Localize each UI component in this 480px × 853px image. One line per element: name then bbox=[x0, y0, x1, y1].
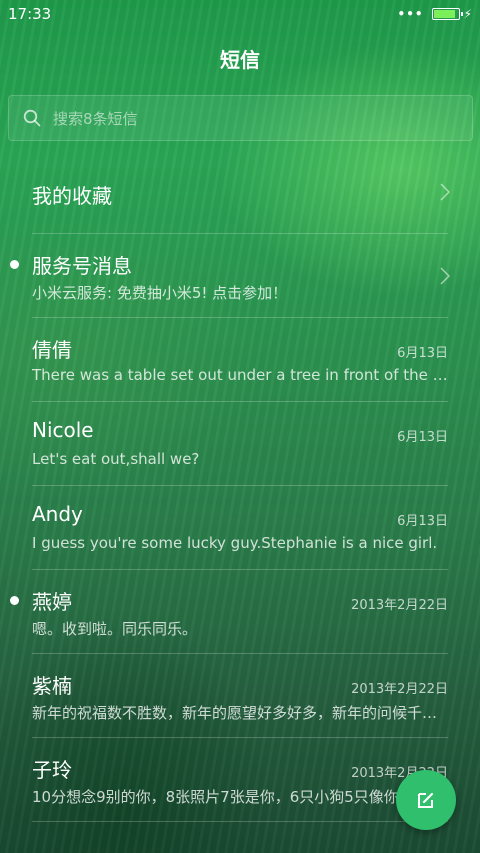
battery-fill bbox=[433, 10, 455, 18]
compose-icon bbox=[418, 792, 434, 808]
conversation-preview: 新年的祝福数不胜数，新年的愿望好多好多，新年的问候千言万语 bbox=[32, 704, 448, 722]
conversation-list: 我的收藏 服务号消息小米云服务: 免费抽小米5! 点击参加！ 倩倩 6月13日 The… bbox=[0, 150, 480, 822]
conversation-item[interactable]: 子玲 2013年2月22日 10分想念9别的你，8张照片7张是你，6只小狗5只像你 bbox=[32, 738, 448, 822]
search-bar[interactable]: 搜索8条短信 bbox=[8, 95, 473, 141]
conversation-preview: Let's eat out,shall we? bbox=[32, 450, 200, 468]
chevron-right-icon bbox=[440, 267, 450, 285]
favorites-item[interactable]: 我的收藏 bbox=[32, 150, 450, 234]
conversation-item[interactable]: Nicole 6月13日 Let's eat out,shall we? bbox=[32, 402, 448, 486]
conversation-date: 2013年2月22日 bbox=[351, 598, 448, 613]
compose-button[interactable] bbox=[396, 770, 456, 830]
signal-dots-icon: ••• bbox=[397, 7, 424, 21]
conversation-name: Andy bbox=[32, 502, 83, 526]
conversation-preview: 小米云服务: 免费抽小米5! 点击参加！ bbox=[32, 284, 288, 302]
status-bar: 17:33 ••• ⚡ bbox=[0, 0, 480, 28]
status-icons: ••• ⚡ bbox=[398, 7, 472, 21]
conversation-name: Nicole bbox=[32, 418, 94, 442]
conversation-preview: There was a table set out under a tree i… bbox=[32, 366, 448, 384]
unread-dot bbox=[10, 596, 19, 605]
chevron-right-icon bbox=[440, 183, 450, 201]
conversation-date: 6月13日 bbox=[397, 346, 448, 361]
conversation-date: 2013年2月22日 bbox=[351, 682, 448, 697]
status-time: 17:33 bbox=[8, 5, 52, 23]
conversation-item[interactable]: 服务号消息小米云服务: 免费抽小米5! 点击参加！ bbox=[10, 234, 450, 318]
conversation-preview: I guess you're some lucky guy.Stephanie … bbox=[32, 534, 438, 552]
battery-icon bbox=[431, 8, 463, 20]
conversation-preview: 10分想念9别的你，8张照片7张是你，6只小狗5只像你 bbox=[32, 788, 399, 806]
conversation-name: 燕婷 bbox=[32, 590, 72, 614]
conversation-item[interactable]: 燕婷 2013年2月22日嗯。收到啦。同乐同乐。 bbox=[10, 570, 448, 654]
charging-icon: ⚡ bbox=[463, 7, 472, 21]
favorites-label: 我的收藏 bbox=[32, 184, 112, 208]
conversation-item[interactable]: 倩倩 6月13日 There was a table set out under a… bbox=[32, 318, 448, 402]
search-placeholder: 搜索8条短信 bbox=[53, 109, 138, 128]
conversation-name: 紫楠 bbox=[32, 674, 72, 698]
conversation-item[interactable]: Andy 6月13日 I guess you're some lucky guy.S… bbox=[32, 486, 448, 570]
conversation-name: 服务号消息 bbox=[32, 254, 132, 278]
unread-dot bbox=[10, 260, 19, 269]
conversation-date: 6月13日 bbox=[397, 430, 448, 445]
conversation-name: 子玲 bbox=[32, 758, 72, 782]
conversation-preview: 嗯。收到啦。同乐同乐。 bbox=[32, 620, 198, 638]
page-title: 短信 bbox=[220, 48, 260, 72]
conversation-item[interactable]: 紫楠 2013年2月22日新年的祝福数不胜数，新年的愿望好多好多，新年的问候千言万… bbox=[32, 654, 448, 738]
conversation-name: 倩倩 bbox=[32, 338, 72, 362]
conversation-date: 6月13日 bbox=[397, 514, 448, 529]
search-icon bbox=[23, 109, 41, 127]
